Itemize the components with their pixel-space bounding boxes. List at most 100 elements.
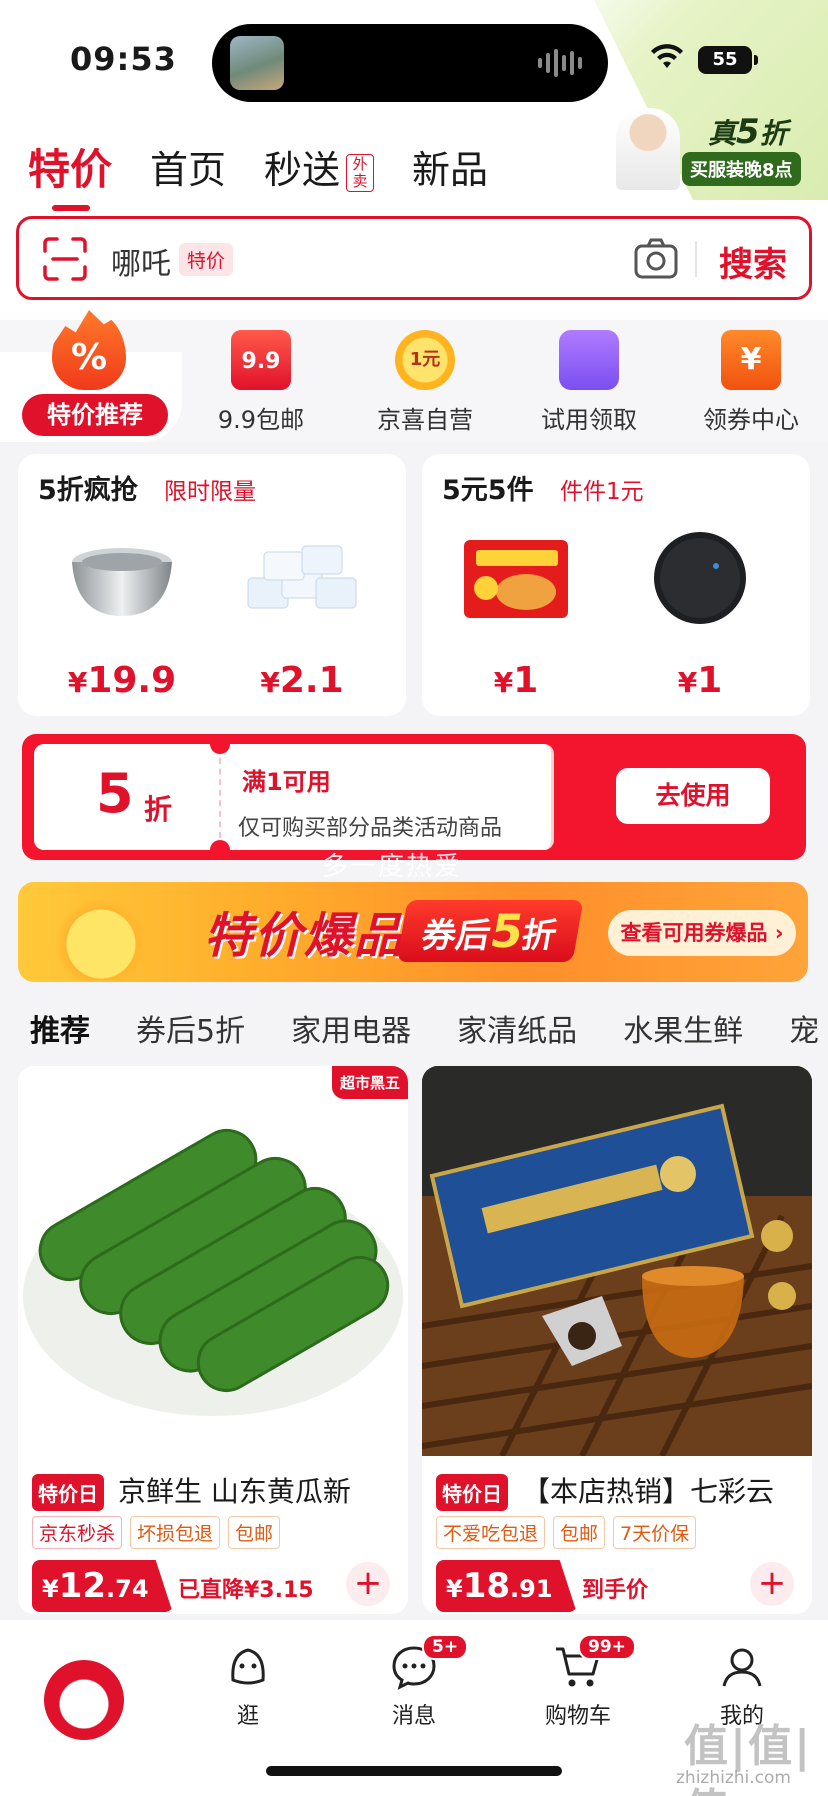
tab-home[interactable]: 首页: [150, 139, 226, 194]
ad-title[interactable]: 真5折: [708, 112, 788, 152]
view-coupon-deals-button[interactable]: 查看可用券爆品 ›: [608, 910, 796, 956]
coupon-divider: [219, 758, 221, 838]
feed-tab-half-price[interactable]: 券后5折: [136, 1006, 245, 1050]
cucumber-product-image: [18, 1066, 408, 1456]
nav-cart[interactable]: 购物车 99+: [518, 1634, 638, 1730]
product-tag: 坏损包退: [130, 1516, 221, 1549]
feed-tab-recommend[interactable]: 推荐: [30, 1006, 90, 1050]
promo-card-5-for-5[interactable]: 5元5件 件件1元 ¥1 ¥1: [422, 454, 810, 716]
promo-subtitle: 件件1元: [560, 479, 644, 505]
product-tag: 京东秒杀: [32, 1516, 123, 1549]
nav-stroll[interactable]: 逛: [188, 1644, 308, 1730]
tea-product-image: [422, 1066, 812, 1456]
coupon-description: 仅可购买部分品类活动商品: [238, 816, 503, 841]
coupon-icon: ¥: [721, 330, 781, 390]
tab-special-price[interactable]: 特价: [28, 136, 112, 211]
category-special-recommend[interactable]: 特价推荐: [22, 394, 168, 436]
ad-subtitle[interactable]: 买服装晚8点: [682, 152, 801, 186]
promo-price: ¥1: [493, 660, 539, 701]
battery-indicator: 55: [698, 46, 758, 74]
product-title: 【本店热销】七彩云: [522, 1475, 775, 1508]
add-to-cart-button[interactable]: +: [750, 1562, 794, 1606]
nav-messages[interactable]: 消息 5+: [354, 1634, 474, 1730]
promo-item[interactable]: ¥1: [446, 528, 586, 701]
feed-tab-cleaning-paper[interactable]: 家清纸品: [457, 1006, 577, 1050]
tab-new-products[interactable]: 新品: [412, 139, 488, 194]
special-day-tag: 特价日: [32, 1474, 104, 1511]
ad-model-image[interactable]: [616, 108, 680, 190]
coupon-body: 5 折 满1可用 仅可购买部分品类活动商品: [34, 734, 554, 860]
add-to-cart-button[interactable]: +: [346, 1562, 390, 1606]
hot-deals-banner[interactable]: 特价爆品 券后5折 查看可用券爆品 ›: [18, 882, 808, 982]
special-day-tag: 特价日: [436, 1474, 508, 1511]
audio-wave-icon: [538, 48, 582, 78]
product-price: ¥18.91: [436, 1560, 577, 1612]
product-tags: 不爱吃包退 包邮 7天价保: [436, 1516, 704, 1549]
status-time: 09:53: [70, 40, 177, 78]
coupon-notch: [210, 840, 230, 860]
category-label: 9.9包邮: [217, 406, 305, 434]
feed-tab-fresh-fruit[interactable]: 水果生鲜: [623, 1006, 743, 1050]
dynamic-island[interactable]: [212, 24, 608, 102]
product-price: ¥12.74: [32, 1560, 173, 1612]
product-promo-badge: 超市黑五: [331, 1066, 408, 1099]
nav-label: 消息: [391, 1704, 436, 1729]
medal-icon: 1元: [395, 330, 455, 390]
scan-icon[interactable]: [43, 237, 87, 281]
promo-card-half-price[interactable]: 5折疯抢 限时限量 ¥19.9 ¥2.1: [18, 454, 406, 716]
feed-tab-appliances[interactable]: 家用电器: [291, 1006, 411, 1050]
gift-bag-icon: [559, 330, 619, 390]
cart-count-badge: 99+: [578, 1634, 636, 1660]
mascot-icon: [46, 890, 156, 980]
promo-item[interactable]: ¥2.1: [232, 528, 372, 701]
steel-bowl-icon: [72, 548, 172, 616]
price-drop-note: 已直降¥3.15: [178, 1578, 314, 1603]
home-mascot-icon[interactable]: [44, 1660, 124, 1740]
category-jingxi-self-run[interactable]: 1元 京喜自营: [350, 330, 500, 435]
coupon-unit: 折: [144, 793, 173, 826]
product-tag: 不爱吃包退: [436, 1516, 546, 1549]
tissue-pack-icon: [247, 545, 357, 609]
banner-discount: 券后5折: [396, 900, 584, 962]
search-bar[interactable]: 哪吒 特价 搜索: [16, 216, 812, 300]
feed-tabs: 推荐 券后5折 家用电器 家清纸品 水果生鲜 宠: [30, 1006, 828, 1050]
promo-item[interactable]: ¥1: [630, 528, 770, 701]
site-watermark-url: zhizhizhi.com: [676, 1768, 791, 1788]
camera-icon[interactable]: [633, 237, 679, 281]
round-mat-icon: [654, 532, 746, 624]
wifi-icon: [651, 44, 683, 68]
stroll-icon: [231, 1648, 265, 1685]
product-tag: 包邮: [553, 1516, 606, 1549]
coupon-card[interactable]: 5 折 满1可用 仅可购买部分品类活动商品 去使用: [22, 734, 806, 860]
tab-instant-delivery[interactable]: 秒送 外卖: [264, 139, 375, 194]
nav-label: 购物车: [544, 1704, 611, 1729]
top-tabs: 特价 首页 秒送 外卖 新品: [28, 136, 526, 211]
promo-subtitle: 限时限量: [164, 479, 256, 505]
slogan-watermark: 多一度热爱: [322, 852, 463, 882]
bag-icon: 9.9: [231, 330, 291, 390]
coupon-notch: [210, 734, 230, 754]
category-trial-collect[interactable]: 试用领取: [514, 330, 664, 435]
product-tag: 包邮: [228, 1516, 281, 1549]
search-input[interactable]: 哪吒: [111, 239, 171, 283]
promo-item[interactable]: ¥19.9: [52, 528, 192, 701]
final-price-note: 到手价: [582, 1578, 649, 1603]
instant-noodle-icon: [464, 540, 568, 618]
home-indicator: [266, 1766, 562, 1776]
product-card-tea[interactable]: 特价日 【本店热销】七彩云 不爱吃包退 包邮 7天价保 ¥18.91 到手价 +: [422, 1066, 812, 1614]
coupon-condition: 满1可用: [242, 768, 331, 796]
banner-title: 特价爆品: [204, 908, 405, 964]
coupon-amount: 5: [96, 762, 134, 825]
category-9-9-free-shipping[interactable]: 9.9 9.9包邮: [186, 330, 336, 435]
category-coupon-center[interactable]: ¥ 领券中心: [676, 330, 826, 435]
promo-price: ¥2.1: [260, 660, 344, 701]
search-tag: 特价: [179, 243, 234, 276]
product-card-cucumber[interactable]: 超市黑五 特价日 京鲜生 山东黄瓜新 京东秒杀 坏损包退 包邮 ¥12.74 已…: [18, 1066, 408, 1614]
profile-icon: [722, 1648, 762, 1687]
promo-price: ¥1: [677, 660, 723, 701]
search-button[interactable]: 搜索: [719, 237, 787, 286]
category-label: 领券中心: [703, 406, 799, 434]
product-tags: 京东秒杀 坏损包退 包邮: [32, 1516, 288, 1549]
use-coupon-button[interactable]: 去使用: [616, 768, 770, 824]
feed-tab-pets[interactable]: 宠: [789, 1006, 819, 1050]
